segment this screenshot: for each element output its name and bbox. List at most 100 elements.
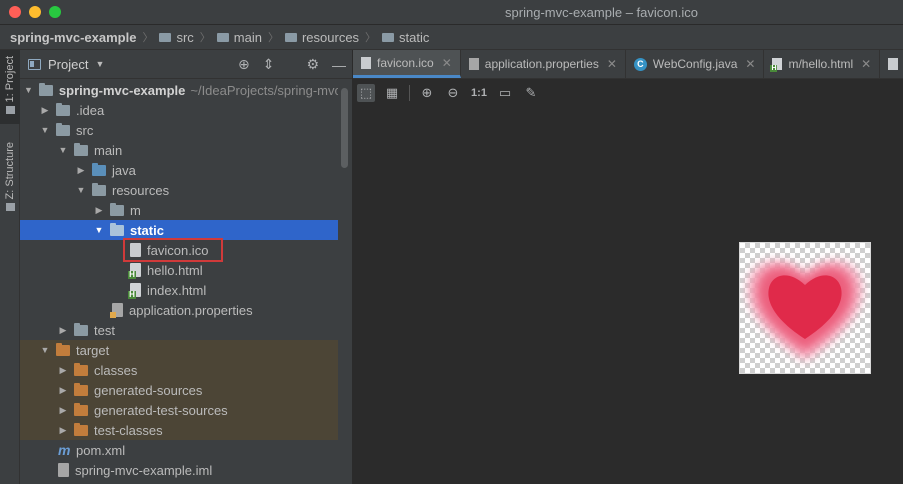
collapsed-arrow-icon[interactable]: ▶	[58, 365, 68, 376]
tree-node-root[interactable]: ▼ spring-mvc-example ~/IdeaProjects/spri…	[20, 80, 338, 100]
breadcrumb-item-static[interactable]: static	[382, 30, 429, 45]
tree-node-java[interactable]: ▶ java	[20, 160, 338, 180]
java-class-icon: C	[633, 57, 647, 71]
properties-file-icon	[110, 303, 123, 318]
project-panel-header: Project ▼ ⊕ ⇕ ⚙ —	[20, 50, 352, 79]
collapsed-arrow-icon[interactable]: ▶	[58, 325, 68, 336]
heart-image	[747, 260, 863, 361]
project-panel: Project ▼ ⊕ ⇕ ⚙ — ▼ spring-mvc-example ~…	[20, 50, 352, 484]
breadcrumb-item-resources[interactable]: resources	[284, 30, 359, 45]
project-icon	[28, 58, 41, 70]
expand-arrow-icon[interactable]: ▼	[58, 145, 68, 155]
tree-node-application-properties[interactable]: application.properties	[20, 300, 338, 320]
expand-arrow-icon[interactable]: ▼	[40, 345, 50, 355]
breadcrumb-item-project[interactable]: spring-mvc-example	[10, 30, 136, 45]
tree-node-m[interactable]: ▶ m	[20, 200, 338, 220]
breadcrumb-item-src[interactable]: src	[159, 30, 194, 45]
expand-arrow-icon[interactable]: ▼	[24, 85, 33, 95]
tab-application-properties[interactable]: application.properties ✕	[461, 50, 626, 78]
tree-node-label: hello.html	[147, 262, 203, 278]
breadcrumb-separator-icon: 〉	[267, 32, 279, 44]
project-tool-label: 1: Project	[4, 56, 16, 103]
color-picker-icon[interactable]: ✎	[522, 84, 540, 102]
fit-zoom-icon[interactable]: ▭	[496, 84, 514, 102]
collapsed-arrow-icon[interactable]: ▶	[40, 105, 50, 116]
tree-node-label: java	[112, 162, 136, 178]
collapse-all-icon[interactable]: ⇕	[263, 56, 275, 73]
tree-node-label: test-classes	[94, 422, 163, 438]
excluded-folder-icon	[56, 342, 70, 356]
tree-node-index[interactable]: index.html	[20, 280, 338, 300]
expand-arrow-icon[interactable]: ▼	[40, 125, 50, 135]
tree-node-label: test	[94, 322, 115, 338]
excluded-folder-icon	[74, 422, 88, 436]
tab-webconfig-java[interactable]: C WebConfig.java ✕	[626, 50, 765, 78]
toolbar-divider	[409, 85, 410, 101]
collapsed-arrow-icon[interactable]: ▶	[94, 205, 104, 216]
gear-icon[interactable]: ⚙	[306, 56, 319, 73]
excluded-folder-icon	[74, 402, 88, 416]
toggle-grid-icon[interactable]: ▦	[383, 84, 401, 102]
tree-node-label: index.html	[147, 282, 207, 298]
breadcrumb-item-main[interactable]: main	[216, 30, 262, 45]
tree-node-hello[interactable]: hello.html	[20, 260, 338, 280]
tab-favicon-ico[interactable]: favicon.ico ✕	[353, 50, 461, 78]
properties-file-icon	[468, 58, 479, 70]
tab-label: WebConfig.java	[652, 57, 738, 71]
image-file-icon	[130, 243, 141, 257]
tab-project-tool[interactable]: 1: Project	[0, 50, 20, 124]
collapsed-arrow-icon[interactable]: ▶	[58, 425, 68, 436]
toggle-background-icon[interactable]: ⬚	[357, 84, 375, 102]
tree-node-idea[interactable]: ▶ .idea	[20, 100, 338, 120]
tree-node-src[interactable]: ▼ src	[20, 120, 338, 140]
tree-node-iml[interactable]: spring-mvc-example.iml	[20, 460, 338, 480]
scrollbar-thumb[interactable]	[341, 88, 348, 168]
collapsed-arrow-icon[interactable]: ▶	[58, 405, 68, 416]
tab-m-hello-html[interactable]: m/hello.html ✕	[764, 50, 881, 78]
close-icon[interactable]: ✕	[745, 57, 755, 71]
tree-node-label: static	[130, 222, 164, 238]
project-tree[interactable]: ▼ spring-mvc-example ~/IdeaProjects/spri…	[20, 80, 338, 484]
close-icon[interactable]: ✕	[861, 57, 871, 71]
tree-node-test-classes[interactable]: ▶ test-classes	[20, 420, 338, 440]
tree-node-path: ~/IdeaProjects/spring-mvc-example	[190, 82, 338, 98]
tree-node-label: favicon.ico	[147, 242, 209, 258]
tree-node-pom[interactable]: m pom.xml	[20, 440, 338, 460]
tab-structure-tool[interactable]: Z: Structure	[0, 142, 20, 222]
locate-file-icon[interactable]: ⊕	[238, 56, 250, 73]
html-file-icon	[128, 283, 141, 299]
favicon-preview	[739, 242, 871, 374]
folder-icon	[74, 322, 88, 336]
tree-node-classes[interactable]: ▶ classes	[20, 360, 338, 380]
excluded-folder-icon	[74, 382, 88, 396]
hide-panel-icon[interactable]: —	[332, 57, 346, 73]
actual-size-button[interactable]: 1:1	[470, 84, 488, 102]
collapsed-arrow-icon[interactable]: ▶	[58, 385, 68, 396]
tab-spring-mvc-example[interactable]: spring-mvc-example	[880, 50, 903, 78]
tree-node-resources[interactable]: ▼ resources	[20, 180, 338, 200]
expand-arrow-icon[interactable]: ▼	[94, 225, 104, 235]
zoom-in-icon[interactable]: ⊕	[418, 84, 436, 102]
tree-node-generated-test-sources[interactable]: ▶ generated-test-sources	[20, 400, 338, 420]
project-scrollbar[interactable]	[340, 80, 349, 484]
chevron-down-icon[interactable]: ▼	[95, 59, 104, 69]
title-bar: spring-mvc-example – favicon.ico	[0, 0, 903, 25]
tree-node-label: spring-mvc-example.iml	[75, 462, 213, 478]
image-file-icon	[361, 56, 371, 69]
close-icon[interactable]: ✕	[607, 57, 617, 71]
expand-arrow-icon[interactable]: ▼	[76, 185, 86, 195]
tree-node-favicon[interactable]: favicon.ico	[20, 240, 338, 260]
structure-tool-label: Z: Structure	[4, 142, 16, 200]
tab-label: application.properties	[484, 57, 599, 71]
tree-node-generated-sources[interactable]: ▶ generated-sources	[20, 380, 338, 400]
tree-node-target[interactable]: ▼ target	[20, 340, 338, 360]
tree-node-test[interactable]: ▶ test	[20, 320, 338, 340]
tree-node-static[interactable]: ▼ static	[20, 220, 338, 240]
zoom-out-icon[interactable]: ⊖	[444, 84, 462, 102]
tree-node-label: resources	[112, 182, 170, 198]
close-icon[interactable]: ✕	[442, 56, 452, 70]
tree-node-label: generated-test-sources	[94, 402, 228, 418]
collapsed-arrow-icon[interactable]: ▶	[76, 165, 86, 176]
project-view-selector[interactable]: Project	[48, 57, 88, 72]
tree-node-main[interactable]: ▼ main	[20, 140, 338, 160]
